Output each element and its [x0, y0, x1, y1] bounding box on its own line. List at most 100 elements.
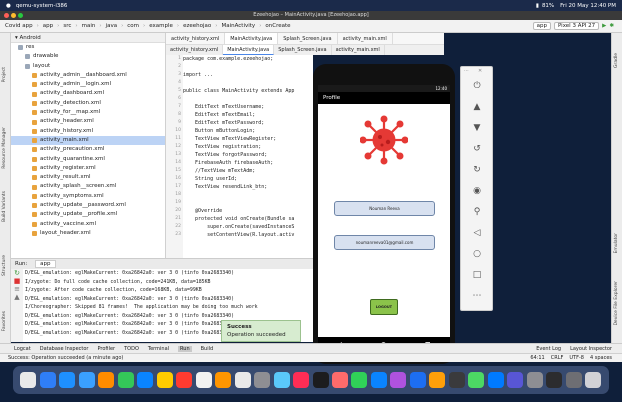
- dock-app-icon[interactable]: [234, 372, 251, 388]
- dock-app-icon[interactable]: [507, 372, 524, 388]
- left-tab-4[interactable]: Favorites: [2, 311, 7, 331]
- dock-app-icon[interactable]: [546, 372, 563, 388]
- dock-app-icon[interactable]: [117, 372, 134, 388]
- breadcrumb-1[interactable]: app: [41, 23, 55, 29]
- project-tree-item[interactable]: activity_main.xml: [11, 135, 165, 146]
- overview-control-icon[interactable]: □: [471, 269, 483, 281]
- emulator-panel-close-icon[interactable]: ✕: [478, 68, 482, 74]
- breadcrumb-6[interactable]: example: [147, 23, 175, 29]
- minimize-window-button[interactable]: [11, 13, 16, 18]
- dock-app-icon[interactable]: [78, 372, 95, 388]
- rotate-left-icon[interactable]: ↺: [471, 143, 483, 155]
- project-tree-item[interactable]: activity_update__password.xml: [11, 201, 165, 210]
- dock-app-icon[interactable]: [390, 372, 407, 388]
- right-tab-0[interactable]: Gradle: [614, 53, 619, 68]
- bottom-tab-database-inspector[interactable]: Database Inspector: [40, 346, 89, 352]
- dock-app-icon[interactable]: [176, 372, 193, 388]
- project-tree-item[interactable]: res: [11, 43, 165, 52]
- breadcrumb-3[interactable]: main: [80, 23, 98, 29]
- left-tab-1[interactable]: Resource Manager: [2, 127, 7, 169]
- emulator-screen[interactable]: 12:40 Profile Nouman Reeva noumanreeva01…: [318, 85, 450, 337]
- project-tree-item[interactable]: activity_history.xml: [11, 127, 165, 136]
- project-tree-item[interactable]: activity_dashboard.xml: [11, 89, 165, 98]
- dock-app-icon[interactable]: [312, 372, 329, 388]
- home-control-icon[interactable]: ○: [471, 248, 483, 260]
- back-control-icon[interactable]: ◁: [471, 227, 483, 239]
- project-tree-item[interactable]: layout: [11, 62, 165, 71]
- breadcrumb-5[interactable]: com: [125, 23, 141, 29]
- dock-app-icon[interactable]: [487, 372, 504, 388]
- project-tree-item[interactable]: activity_admin__login.xml: [11, 80, 165, 89]
- breadcrumb-9[interactable]: onCreate: [263, 23, 292, 29]
- name-field[interactable]: Nouman Reeva: [334, 201, 435, 216]
- dock-app-icon[interactable]: [273, 372, 290, 388]
- dock-app-icon[interactable]: [156, 372, 173, 388]
- editor-tab[interactable]: MainActivity.java: [223, 45, 275, 55]
- dock-app-icon[interactable]: [59, 372, 76, 388]
- project-tree-item[interactable]: activity_quarantine.xml: [11, 155, 165, 164]
- power-icon[interactable]: ⏻: [471, 80, 483, 92]
- dock-app-icon[interactable]: [351, 372, 368, 388]
- restore-layout-icon[interactable]: ≡: [11, 285, 23, 293]
- project-tree-item[interactable]: activity_for__map.xml: [11, 108, 165, 117]
- zoom-icon[interactable]: ⚲: [471, 206, 483, 218]
- dock-app-icon[interactable]: [254, 372, 271, 388]
- dock-app-icon[interactable]: [39, 372, 56, 388]
- dock-app-icon[interactable]: [409, 372, 426, 388]
- file-encoding[interactable]: UTF-8: [569, 354, 584, 362]
- dock-app-icon[interactable]: [585, 372, 602, 388]
- left-tab-2[interactable]: Build Variants: [2, 191, 7, 222]
- project-tree-item[interactable]: activity_precaution.xml: [11, 145, 165, 154]
- project-tree-item[interactable]: activity_admin__dashboard.xml: [11, 71, 165, 80]
- breadcrumb-4[interactable]: java: [104, 23, 120, 29]
- volume-down-icon[interactable]: ▼: [471, 122, 483, 134]
- project-tree-item[interactable]: activity_update__profile.xml: [11, 210, 165, 219]
- caret-position[interactable]: 64:11: [530, 354, 544, 362]
- bottom-tab-logcat[interactable]: Logcat: [14, 346, 31, 352]
- dock-app-icon[interactable]: [429, 372, 446, 388]
- dock-app-icon[interactable]: [98, 372, 115, 388]
- file-tab[interactable]: activity_main.xml: [338, 33, 393, 44]
- rotate-right-icon[interactable]: ↻: [471, 164, 483, 176]
- code-editor[interactable]: package com.example.ezeehojao; import ...…: [183, 55, 313, 258]
- volume-up-icon[interactable]: ▲: [471, 101, 483, 113]
- close-window-button[interactable]: [4, 13, 9, 18]
- bottom-tab-run[interactable]: Run: [178, 345, 192, 352]
- pin-icon[interactable]: ▲: [11, 293, 23, 301]
- screenshot-icon[interactable]: ◉: [471, 185, 483, 197]
- editor-tab[interactable]: Splash_Screen.java: [274, 45, 332, 55]
- clock[interactable]: Fri 20 May 12:40 PM: [560, 3, 616, 9]
- logout-button[interactable]: LOGOUT: [370, 299, 398, 315]
- more-icon[interactable]: ⋯: [471, 290, 483, 302]
- dock-app-icon[interactable]: [331, 372, 348, 388]
- breadcrumb-0[interactable]: Covid app: [3, 23, 35, 29]
- rerun-icon[interactable]: ↻: [11, 269, 23, 277]
- indent-setting[interactable]: 4 spaces: [590, 354, 612, 362]
- bottom-tab-todo[interactable]: TODO: [124, 346, 139, 352]
- breadcrumb-2[interactable]: src: [61, 23, 73, 29]
- device-select[interactable]: Pixel 3 API 27: [553, 22, 600, 30]
- bottom-tab-layout-inspector[interactable]: Layout Inspector: [570, 346, 612, 352]
- dock-app-icon[interactable]: [195, 372, 212, 388]
- bottom-tab-terminal[interactable]: Terminal: [148, 346, 169, 352]
- breadcrumb-7[interactable]: ezeehojao: [181, 23, 213, 29]
- project-view-selector[interactable]: ▾ Android: [11, 33, 165, 43]
- project-tree-item[interactable]: activity_symptoms.xml: [11, 192, 165, 201]
- dock-app-icon[interactable]: [448, 372, 465, 388]
- project-tree-item[interactable]: drawable: [11, 52, 165, 61]
- editor-tab[interactable]: activity_history.xml: [166, 45, 224, 55]
- project-tree-item[interactable]: activity_vaccine.xml: [11, 220, 165, 229]
- file-tab[interactable]: MainActivity.java: [225, 33, 279, 44]
- project-tree-item[interactable]: activity_detection.xml: [11, 99, 165, 108]
- dock-app-icon[interactable]: [565, 372, 582, 388]
- file-tab[interactable]: Splash_Screen.java: [278, 33, 338, 44]
- bottom-tab-build[interactable]: Build: [201, 346, 214, 352]
- run-icon[interactable]: ▶: [602, 23, 606, 29]
- dock-app-icon[interactable]: [215, 372, 232, 388]
- left-tab-0[interactable]: Project: [2, 67, 7, 82]
- success-toast[interactable]: Success Operation succeeded: [221, 320, 301, 342]
- breadcrumb-8[interactable]: MainActivity: [219, 23, 257, 29]
- project-tree-item[interactable]: activity_result.xml: [11, 173, 165, 182]
- project-tree-item[interactable]: activity_splash__screen.xml: [11, 182, 165, 191]
- battery-icon[interactable]: ▮: [536, 3, 539, 9]
